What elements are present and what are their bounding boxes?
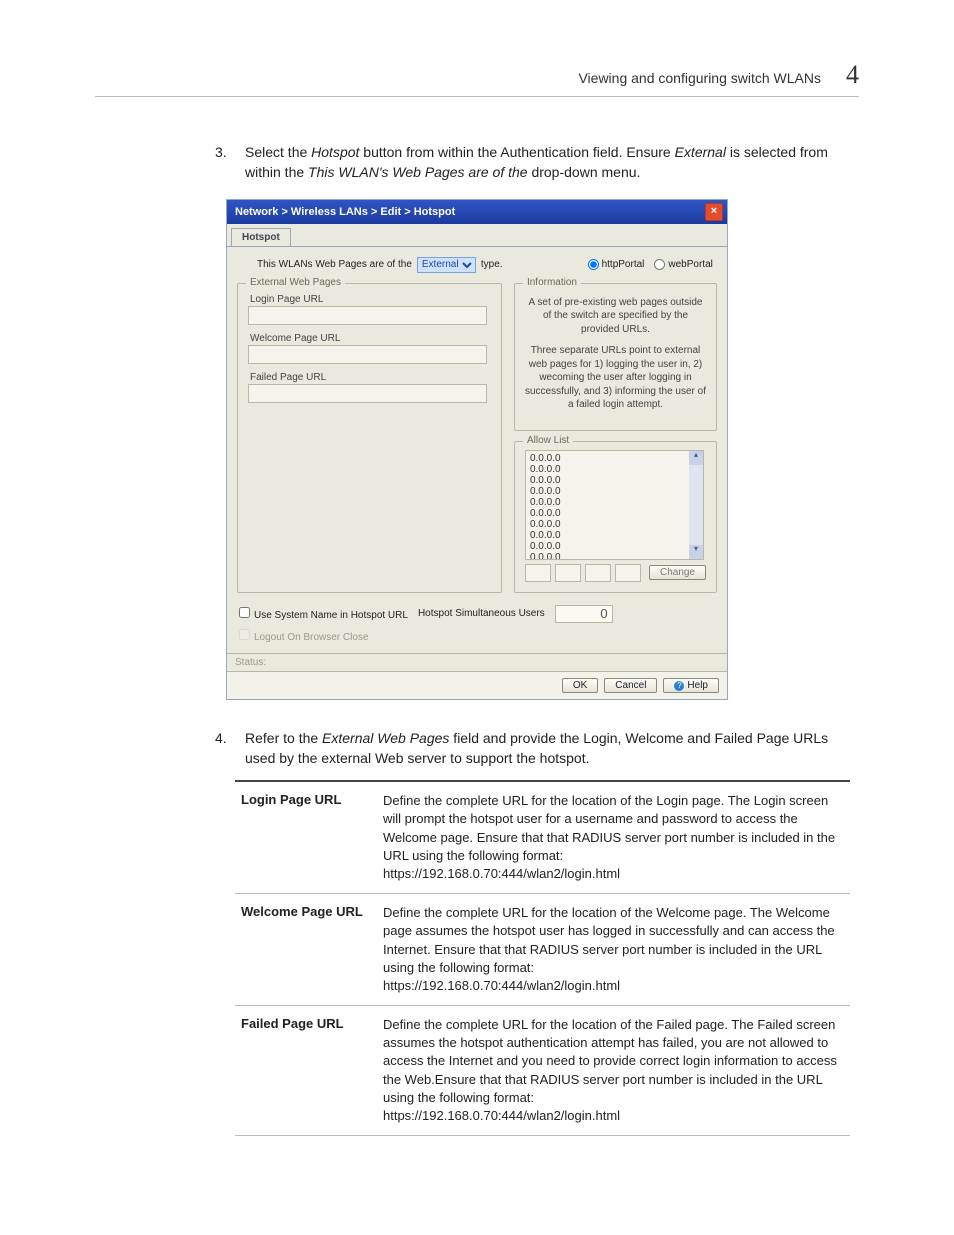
cancel-button[interactable]: Cancel: [604, 678, 657, 693]
page-type-select[interactable]: External: [417, 257, 476, 273]
scroll-down-icon[interactable]: ▾: [689, 545, 703, 559]
welcome-url-label: Welcome Page URL: [250, 333, 491, 344]
login-url-label: Login Page URL: [250, 294, 491, 305]
row-label: Login Page URL: [235, 781, 377, 893]
allow-list-item[interactable]: 0.0.0.0: [528, 453, 701, 464]
login-url-input[interactable]: [248, 306, 487, 325]
status-bar: Status:: [227, 653, 727, 671]
allow-list-item[interactable]: 0.0.0.0: [528, 530, 701, 541]
row-label: Welcome Page URL: [235, 894, 377, 1006]
allow-list-item[interactable]: 0.0.0.0: [528, 508, 701, 519]
radio-httpportal[interactable]: httpPortal: [588, 259, 645, 270]
ip-octet-1[interactable]: [525, 564, 551, 582]
allow-list-item[interactable]: 0.0.0.0: [528, 486, 701, 497]
row-text: Define the complete URL for the location…: [377, 1006, 850, 1136]
running-header: Viewing and configuring switch WLANs 4: [95, 60, 859, 90]
sim-users-input[interactable]: [555, 605, 613, 623]
chapter-number: 4: [846, 60, 859, 90]
allow-list-item[interactable]: 0.0.0.0: [528, 464, 701, 475]
header-title: Viewing and configuring switch WLANs: [578, 70, 821, 86]
allow-list-item[interactable]: 0.0.0.0: [528, 497, 701, 508]
table-row: Welcome Page URLDefine the complete URL …: [235, 894, 850, 1006]
information-fieldset: Information A set of pre-existing web pa…: [514, 283, 717, 431]
row-text: Define the complete URL for the location…: [377, 781, 850, 893]
step-3: 3. Select the Hotspot button from within…: [215, 142, 839, 183]
step-4: 4. Refer to the External Web Pages field…: [215, 728, 839, 769]
failed-url-input[interactable]: [248, 384, 487, 403]
table-row: Login Page URLDefine the complete URL fo…: [235, 781, 850, 893]
change-button[interactable]: Change: [649, 565, 706, 580]
allow-list-item[interactable]: 0.0.0.0: [528, 541, 701, 552]
scrollbar[interactable]: ▴ ▾: [689, 451, 703, 559]
allow-list-fieldset: Allow List 0.0.0.00.0.0.00.0.0.00.0.0.00…: [514, 441, 717, 593]
allow-list-item[interactable]: 0.0.0.0: [528, 475, 701, 486]
close-icon[interactable]: ×: [705, 203, 723, 221]
dialog-breadcrumb: Network > Wireless LANs > Edit > Hotspot: [235, 206, 455, 218]
ip-octet-4[interactable]: [615, 564, 641, 582]
info-text-2: Three separate URLs point to external we…: [525, 344, 706, 412]
type-row: This WLANs Web Pages are of the External…: [257, 257, 717, 273]
dialog-titlebar: Network > Wireless LANs > Edit > Hotspot…: [227, 200, 727, 224]
step-number: 3.: [215, 142, 233, 183]
info-text-1: A set of pre-existing web pages outside …: [525, 296, 706, 337]
sim-users-label: Hotspot Simultaneous Users: [418, 608, 545, 619]
ip-edit-row: Change: [525, 564, 706, 582]
welcome-url-input[interactable]: [248, 345, 487, 364]
scroll-up-icon[interactable]: ▴: [689, 451, 703, 465]
row-label: Failed Page URL: [235, 1006, 377, 1136]
help-button[interactable]: ?Help: [663, 678, 719, 693]
row-text: Define the complete URL for the location…: [377, 894, 850, 1006]
step-text: Refer to the External Web Pages field an…: [245, 728, 839, 769]
radio-webportal[interactable]: webPortal: [654, 259, 712, 270]
allow-list-item[interactable]: 0.0.0.0: [528, 519, 701, 530]
tab-hotspot[interactable]: Hotspot: [231, 228, 291, 246]
logout-on-close-checkbox: Logout On Browser Close: [239, 632, 369, 643]
help-icon: ?: [674, 681, 684, 691]
allow-list-box[interactable]: 0.0.0.00.0.0.00.0.0.00.0.0.00.0.0.00.0.0…: [525, 450, 704, 560]
use-sysname-checkbox[interactable]: Use System Name in Hotspot URL: [239, 607, 408, 621]
header-rule: [95, 96, 859, 97]
step-text: Select the Hotspot button from within th…: [245, 142, 839, 183]
step-number: 4.: [215, 728, 233, 769]
ip-octet-3[interactable]: [585, 564, 611, 582]
ip-octet-2[interactable]: [555, 564, 581, 582]
failed-url-label: Failed Page URL: [250, 372, 491, 383]
table-row: Failed Page URLDefine the complete URL f…: [235, 1006, 850, 1136]
allow-list-item[interactable]: 0.0.0.0: [528, 552, 701, 560]
url-description-table: Login Page URLDefine the complete URL fo…: [235, 780, 850, 1136]
ok-button[interactable]: OK: [562, 678, 598, 693]
hotspot-dialog: Network > Wireless LANs > Edit > Hotspot…: [226, 199, 728, 700]
external-web-pages-fieldset: External Web Pages Login Page URL Welcom…: [237, 283, 502, 593]
